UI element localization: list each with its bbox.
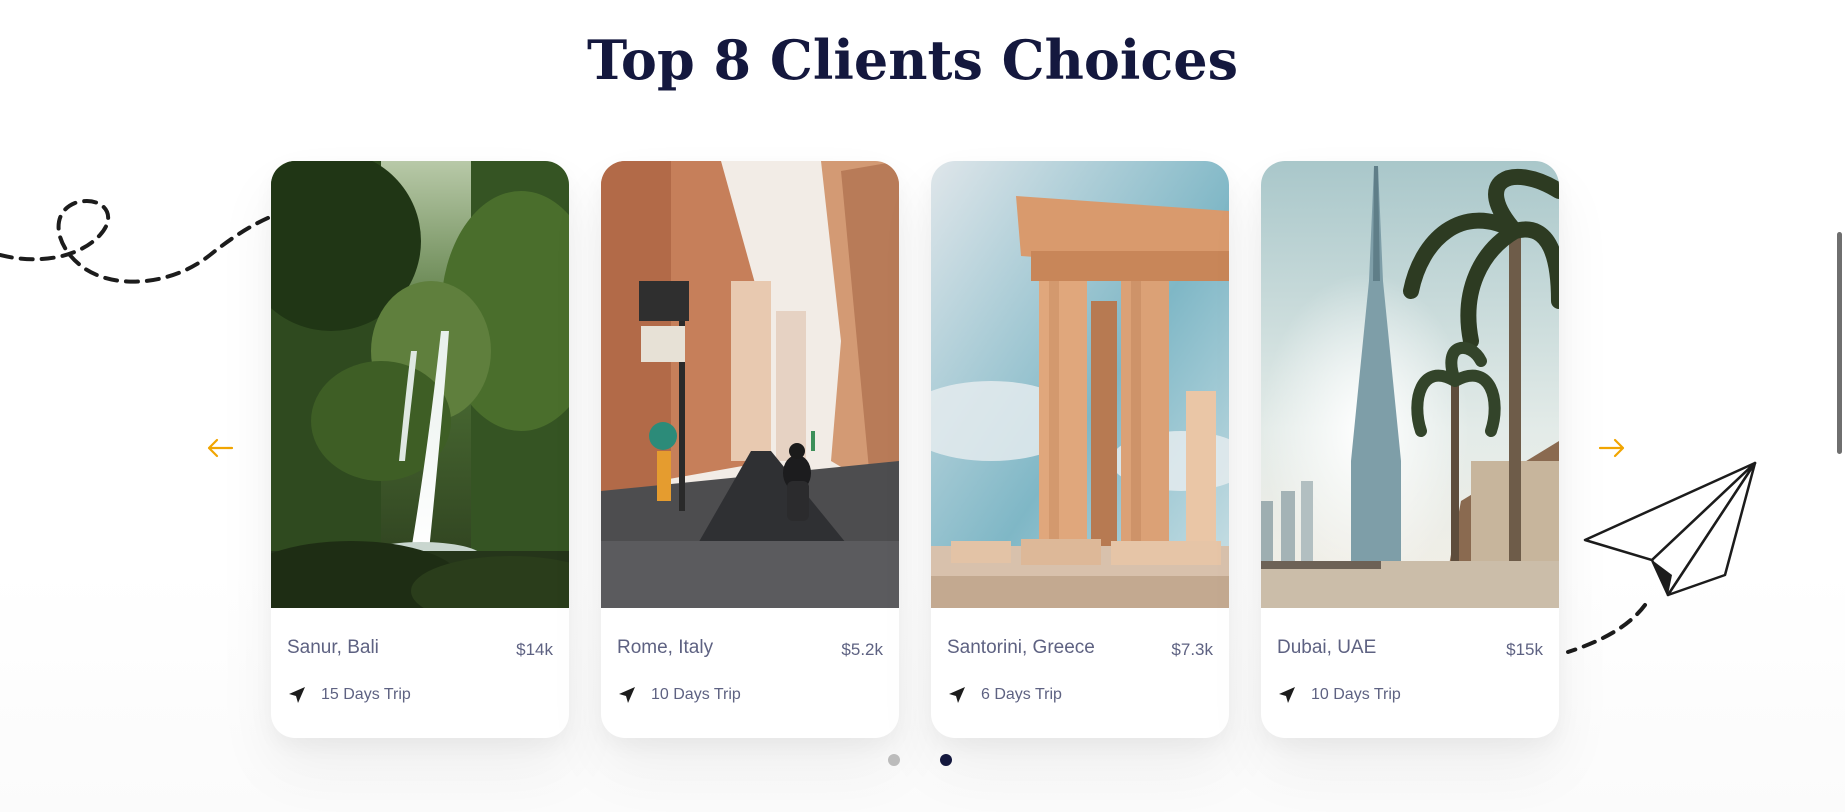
trip-duration: 10 Days Trip [617, 685, 741, 705]
destination-card-santorini[interactable]: Santorini, Greece $7.3k 6 Days Trip [931, 161, 1229, 738]
destination-name: Sanur, Bali [287, 637, 379, 658]
carousel-dot-1[interactable] [888, 754, 900, 766]
carousel-dot-2[interactable] [940, 754, 952, 766]
navigation-arrow-icon [949, 687, 965, 703]
navigation-arrow-icon [619, 687, 635, 703]
destination-price: $15k [1506, 640, 1543, 659]
trip-duration: 6 Days Trip [947, 685, 1062, 705]
destination-photo [931, 161, 1229, 608]
trip-duration-label: 15 Days Trip [321, 686, 411, 703]
destination-price: $5.2k [841, 640, 883, 659]
destination-card-dubai[interactable]: Dubai, UAE $15k 10 Days Trip [1261, 161, 1559, 738]
trip-duration: 15 Days Trip [287, 685, 411, 705]
destination-card-bali[interactable]: Sanur, Bali $14k 15 Days Trip [271, 161, 569, 738]
destination-name: Dubai, UAE [1277, 637, 1377, 658]
trip-duration-label: 10 Days Trip [1311, 686, 1401, 703]
navigation-arrow-icon [289, 687, 305, 703]
trip-duration: 10 Days Trip [1277, 685, 1401, 705]
destination-photo [271, 161, 569, 608]
destination-price: $14k [516, 640, 553, 659]
page-scrollbar[interactable] [1837, 232, 1842, 454]
section-title: Top 8 Clients Choices [586, 28, 1239, 92]
navigation-arrow-icon [1279, 687, 1295, 703]
carousel-pagination [888, 754, 968, 768]
dashed-path-decoration [0, 199, 277, 284]
destination-price: $7.3k [1171, 640, 1213, 659]
destination-card-rome[interactable]: Rome, Italy $5.2k 10 Days Trip [601, 161, 899, 738]
page: Top 8 Clients Choices Sanur, Bali $14k 1… [0, 0, 1845, 812]
arrow-left-icon[interactable] [204, 432, 236, 464]
destination-name: Santorini, Greece [947, 637, 1095, 658]
paper-plane-decoration [1566, 461, 1757, 654]
destination-photo [601, 161, 899, 608]
destination-photo [1261, 161, 1559, 608]
arrow-right-icon[interactable] [1596, 432, 1628, 464]
destination-name: Rome, Italy [617, 637, 714, 658]
trip-duration-label: 10 Days Trip [651, 686, 741, 703]
trip-duration-label: 6 Days Trip [981, 686, 1062, 703]
